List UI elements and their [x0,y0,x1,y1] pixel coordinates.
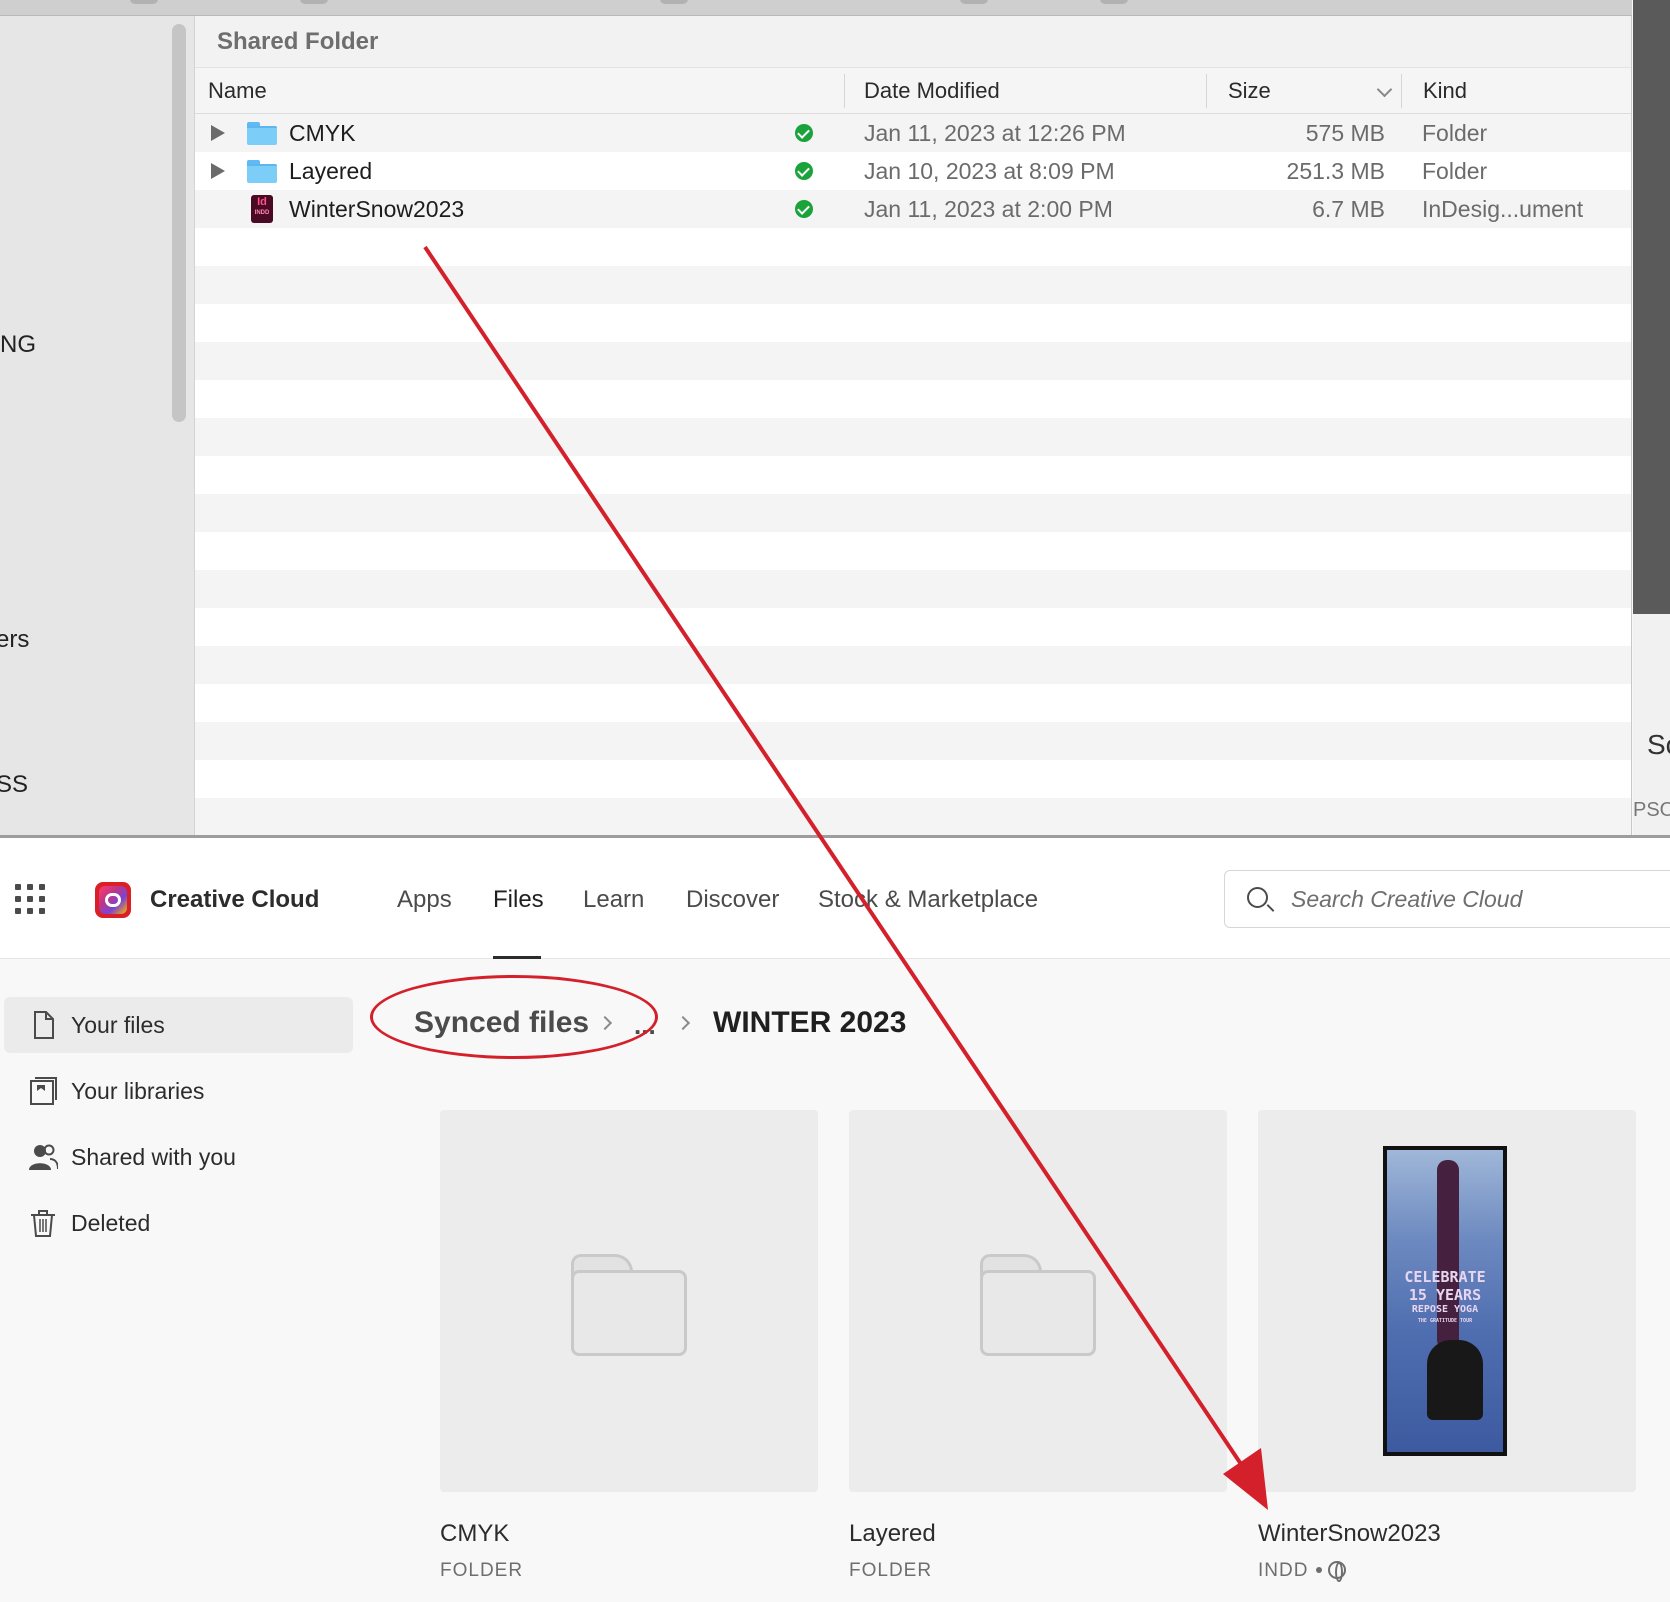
file-name: CMYK [289,120,356,146]
empty-row [195,798,1631,835]
people-icon [29,1144,58,1170]
empty-row [195,456,1631,494]
top-navigation-bar: Creative Cloud Apps Files Learn Discover… [0,838,1670,959]
table-row[interactable]: CMYK Jan 11, 2023 at 12:26 PM 575 MB Fol… [195,114,1631,152]
sidebar-item-your-libraries[interactable]: Your libraries [4,1063,353,1119]
background-window: Sc PSO [1633,0,1670,835]
empty-row [195,266,1631,304]
document-icon [34,1011,54,1039]
folder-icon [247,160,277,183]
folder-icon [247,122,277,145]
globe-icon [1328,1561,1347,1582]
brand-name: Creative Cloud [150,886,320,913]
file-size: 575 MB [1305,120,1385,146]
file-rows: CMYK Jan 11, 2023 at 12:26 PM 575 MB Fol… [195,114,1631,835]
background-window-text: PSO [1633,799,1670,821]
file-date: Jan 10, 2023 at 8:09 PM [864,158,1115,184]
nav-discover[interactable]: Discover [686,882,779,918]
file-card-kind: INDD [1258,1560,1347,1582]
file-card-kind: FOLDER [849,1560,933,1581]
file-card-name[interactable]: WinterSnow2023 [1258,1520,1441,1548]
disclosure-triangle-icon[interactable] [211,163,225,179]
sidebar-scrollbar[interactable] [172,24,186,422]
active-tab-indicator [493,956,541,959]
empty-row [195,304,1631,342]
finder-file-list: Shared Folder Name Date Modified Size Ki… [195,16,1632,835]
creative-cloud-window: Creative Cloud Apps Files Learn Discover… [0,835,1670,1602]
file-size: 6.7 MB [1312,196,1385,222]
sidebar-item-your-files[interactable]: Your files [4,997,353,1053]
table-row[interactable]: Id INDD WinterSnow2023 Jan 11, 2023 at 2:… [195,190,1631,228]
empty-row [195,532,1631,570]
sync-check-icon [795,162,813,180]
sidebar-item-fragment[interactable]: NG [0,331,36,359]
background-window-text: Sc [1647,729,1670,760]
column-header-size[interactable]: Size [1228,68,1271,114]
chevron-right-icon [675,1015,691,1031]
finder-sidebar: NG ers SS [0,16,195,835]
empty-row [195,722,1631,760]
creative-cloud-logo-icon [95,882,131,918]
file-kind: Folder [1422,158,1488,184]
empty-row [195,684,1631,722]
window-title: Shared Folder [195,16,1631,68]
nav-apps[interactable]: Apps [397,882,452,918]
file-card-name[interactable]: CMYK [440,1520,509,1548]
sync-check-icon [795,200,813,218]
separator-dot [1316,1567,1323,1573]
search-icon [1247,887,1268,908]
file-name: Layered [289,158,373,184]
file-kind: InDesig...ument [1422,196,1584,222]
empty-row [195,760,1631,798]
file-card-kind: FOLDER [440,1560,524,1581]
column-header-date-modified[interactable]: Date Modified [864,68,1000,114]
folder-icon [980,1254,1096,1356]
empty-row [195,570,1631,608]
table-row[interactable]: Layered Jan 10, 2023 at 8:09 PM 251.3 MB… [195,152,1631,190]
sync-check-icon [795,124,813,142]
search-input[interactable]: Search Creative Cloud [1224,870,1670,928]
annotation-ellipse [370,975,658,1059]
finder-window-top-edge [0,0,1632,16]
column-header-kind[interactable]: Kind [1423,68,1467,114]
file-kind: Folder [1422,120,1488,146]
file-card-layered[interactable] [849,1110,1227,1492]
folder-icon [571,1254,687,1356]
disclosure-triangle-icon[interactable] [211,125,225,141]
empty-row [195,646,1631,684]
empty-row [195,608,1631,646]
nav-files[interactable]: Files [493,882,544,918]
empty-row [195,342,1631,380]
empty-row [195,418,1631,456]
file-card-cmyk[interactable] [440,1110,818,1492]
sidebar-item-fragment[interactable]: SS [0,771,28,799]
breadcrumb-current-folder: WINTER 2023 [713,1006,907,1039]
sidebar-item-deleted[interactable]: Deleted [4,1195,353,1251]
file-date: Jan 11, 2023 at 2:00 PM [864,196,1113,222]
trash-icon [31,1210,55,1237]
file-size: 251.3 MB [1286,158,1385,184]
column-header-name[interactable]: Name [208,68,267,114]
column-header-bar: Name Date Modified Size Kind [195,68,1631,114]
search-placeholder: Search Creative Cloud [1291,886,1523,912]
empty-row [195,228,1631,266]
empty-row [195,380,1631,418]
sidebar-item-fragment[interactable]: ers [0,626,29,654]
library-icon [30,1077,57,1105]
file-card-name[interactable]: Layered [849,1520,936,1548]
empty-row [195,494,1631,532]
file-name: WinterSnow2023 [289,196,465,222]
nav-learn[interactable]: Learn [583,882,644,918]
indd-thumbnail: CELEBRATE 15 YEARS REPOSE YOGA THE GRATI… [1383,1146,1507,1456]
indesign-file-icon: Id INDD [251,195,273,223]
sidebar-item-shared-with-you[interactable]: Shared with you [4,1129,353,1185]
nav-stock-marketplace[interactable]: Stock & Marketplace [818,882,1038,918]
sort-chevron-down-icon[interactable] [1376,81,1393,98]
app-switcher-grid-icon[interactable] [15,884,45,914]
file-date: Jan 11, 2023 at 12:26 PM [864,120,1126,146]
